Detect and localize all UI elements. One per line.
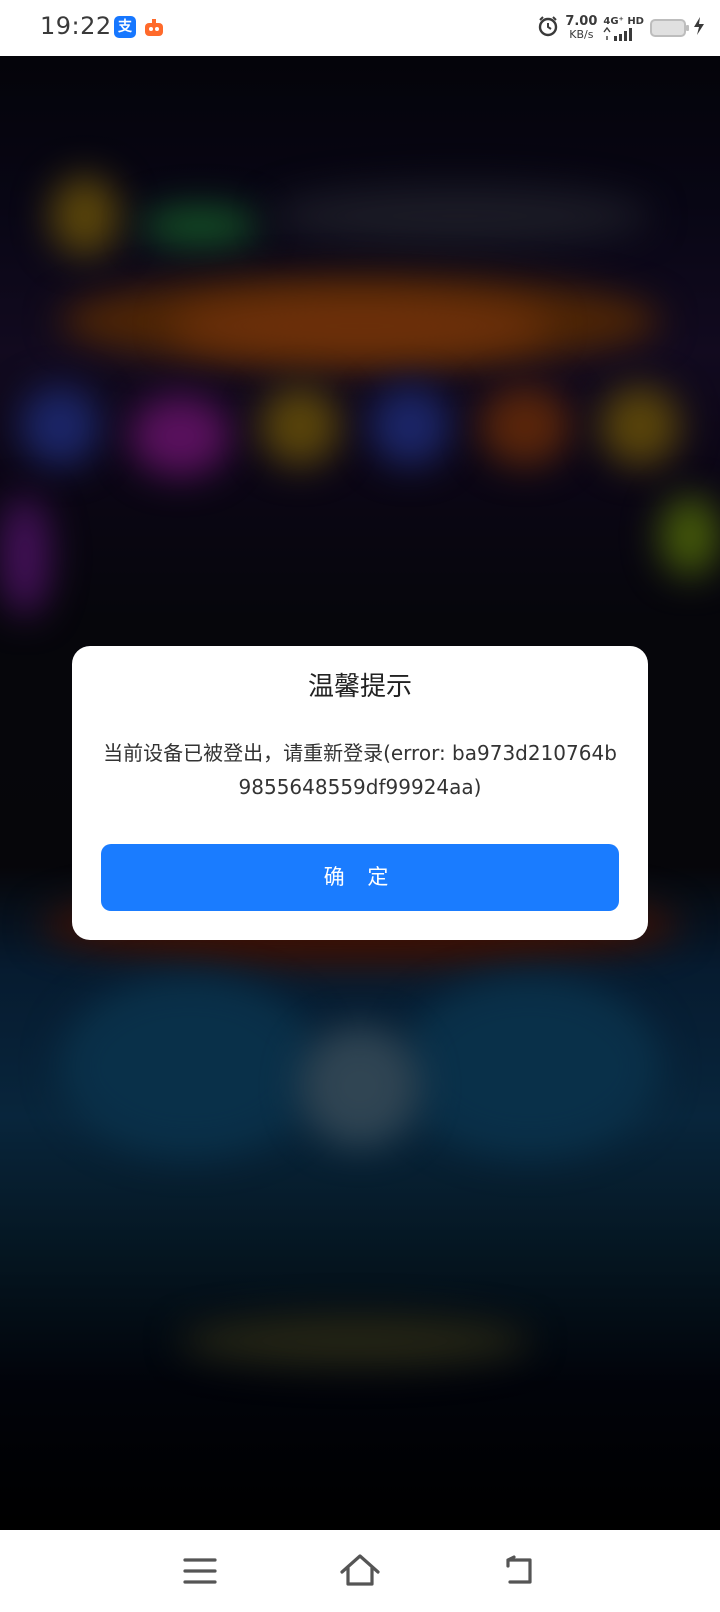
net-speed: 7.00 KB/s [565, 15, 597, 41]
home-icon[interactable] [336, 1548, 384, 1594]
net-speed-unit: KB/s [569, 28, 594, 41]
back-icon[interactable] [496, 1548, 544, 1594]
notification-app-icon [143, 16, 165, 38]
alarm-icon [537, 15, 559, 41]
status-icons: 7.00 KB/s 4G⁺ HD [537, 12, 706, 44]
logout-dialog: 温馨提示 当前设备已被登出，请重新登录(error: ba973d210764b… [72, 646, 648, 940]
battery-icon [650, 19, 689, 37]
network-type: 4G⁺ HD [603, 15, 644, 27]
status-time: 19:22 [40, 12, 112, 40]
navigation-bar [0, 1530, 720, 1612]
charging-icon [692, 16, 706, 40]
dialog-message: 当前设备已被登出，请重新登录(error: ba973d210764b98556… [103, 741, 617, 799]
alipay-icon: 支 [114, 16, 136, 38]
menu-icon[interactable] [176, 1548, 224, 1594]
dialog-title: 温馨提示 [307, 672, 412, 702]
net-speed-value: 7.00 [565, 14, 598, 29]
signal-icon: 4G⁺ HD [603, 16, 644, 41]
confirm-button[interactable]: 确 定 [101, 844, 619, 911]
status-bar: 19:22 支 7.00 KB/s 4G⁺ HD [0, 0, 720, 56]
